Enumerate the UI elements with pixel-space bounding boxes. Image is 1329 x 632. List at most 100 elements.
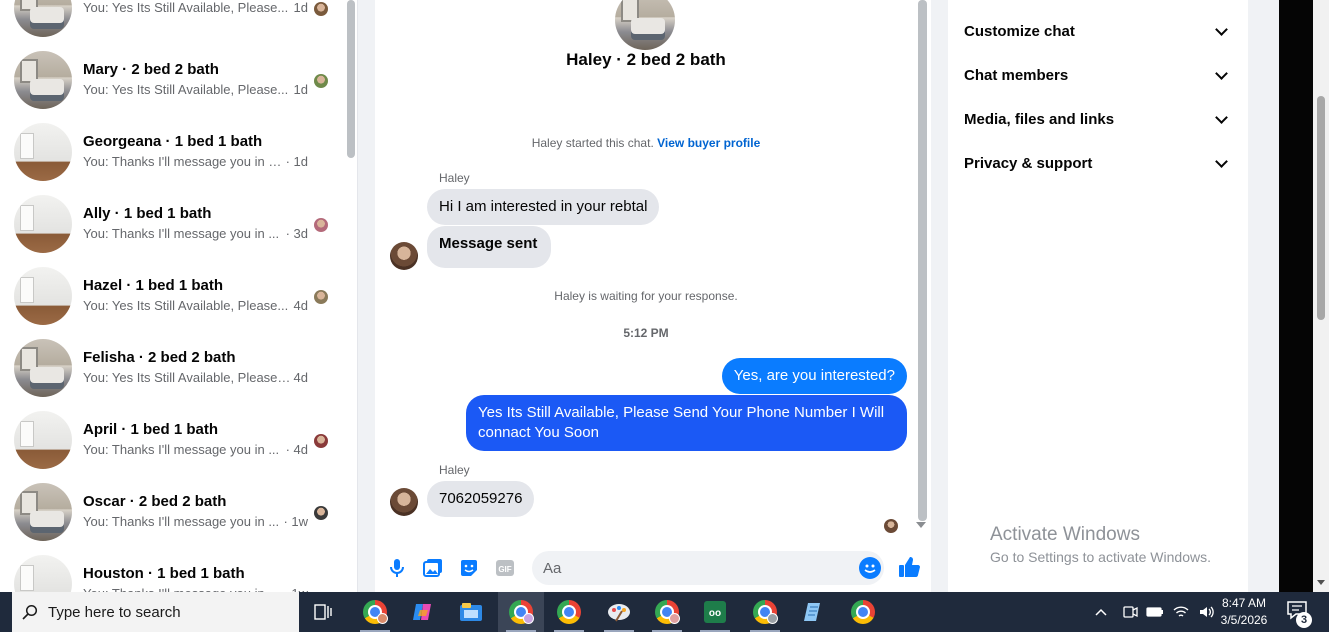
copilot-icon[interactable]: [400, 592, 446, 632]
svg-text:GIF: GIF: [498, 565, 511, 574]
chevron-up-icon[interactable]: [1094, 607, 1108, 617]
chat-started-text: Haley started this chat.: [531, 136, 654, 150]
chrome-profile-icon[interactable]: [644, 592, 690, 632]
chrome-profile-icon[interactable]: [352, 592, 398, 632]
waiting-notice: Haley is waiting for your response.: [554, 289, 738, 303]
conversation-name: Hazel · 1 bed 1 bath: [83, 277, 224, 294]
conversation-preview-line: You: Thanks I'll message you in ... · 4d: [83, 440, 308, 460]
conversation-preview: You: Thanks I'll message you in a m...: [83, 154, 284, 169]
sender-avatar[interactable]: [390, 488, 418, 516]
screen: You: Yes Its Still Available, Please... 1…: [0, 0, 1329, 632]
outgoing-message[interactable]: Yes Its Still Available, Please Send You…: [466, 395, 907, 451]
chrome-icon[interactable]: [546, 592, 592, 632]
conversation-thumbnail: [14, 195, 72, 253]
clock-date: 3/5/2026: [1220, 613, 1268, 627]
conversation-time: 1d: [293, 0, 308, 15]
battery-icon[interactable]: [1146, 605, 1164, 619]
chat-details-panel: Customize chat Chat members Media, files…: [948, 0, 1248, 592]
chat-scrollbar[interactable]: [918, 0, 927, 521]
conversation-thumbnail: [14, 339, 72, 397]
chat-header-avatar[interactable]: [615, 0, 675, 50]
chat-title[interactable]: Haley · 2 bed 2 bath: [375, 48, 917, 72]
sticker-icon[interactable]: [458, 557, 480, 579]
detail-row-label: Media, files and links: [964, 110, 1115, 128]
media-files-links-row[interactable]: Media, files and links: [964, 97, 1232, 141]
system-tray: [1094, 592, 1216, 632]
scroll-down-arrow-icon[interactable]: [916, 522, 926, 528]
green-app-icon[interactable]: oo: [692, 592, 738, 632]
conversation-item[interactable]: Hazel · 1 bed 1 bath You: Yes Its Still A…: [0, 260, 345, 332]
conversation-item[interactable]: Georgeana · 1 bed 1 bath You: Thanks I'll…: [0, 116, 345, 188]
conversation-text: Felisha · 2 bed 2 bath You: Yes Its Still…: [83, 348, 308, 388]
like-thumb-icon[interactable]: [898, 556, 920, 578]
conversation-text: Mary · 2 bed 2 bath You: Yes Its Still Av…: [83, 60, 308, 100]
conversation-item[interactable]: Ally · 1 bed 1 bath You: Thanks I'll mess…: [0, 188, 345, 260]
page-scrollbar-thumb[interactable]: [1317, 96, 1325, 320]
chrome-profile-icon[interactable]: [742, 592, 788, 632]
taskbar-search-box[interactable]: Type here to search: [12, 592, 299, 632]
file-explorer-icon[interactable]: [448, 592, 494, 632]
sender-avatar[interactable]: [390, 242, 418, 270]
conversation-text: Hazel · 1 bed 1 bath You: Yes Its Still A…: [83, 276, 308, 316]
outgoing-message[interactable]: Yes, are you interested?: [721, 358, 907, 394]
conversation-preview: You: Thanks I'll message you in ...: [83, 442, 280, 457]
chrome-profile-active-icon[interactable]: [498, 592, 544, 632]
conversation-preview: You: Yes Its Still Available, Please...: [83, 0, 289, 15]
buyer-avatar: [314, 434, 328, 448]
conversation-preview-line: You: Yes Its Still Available, Please Se.…: [83, 368, 308, 388]
message-input[interactable]: [532, 551, 884, 585]
sender-label: Haley: [439, 463, 470, 477]
meet-now-icon[interactable]: [1122, 604, 1138, 620]
conversation-preview: You: Yes Its Still Available, Please...: [83, 82, 289, 97]
conversation-text: Oscar · 2 bed 2 bath You: Thanks I'll mes…: [83, 492, 308, 532]
conversation-preview: You: Thanks I'll message you in a ...: [83, 584, 281, 592]
conversation-item[interactable]: Felisha · 2 bed 2 bath You: Yes Its Still…: [0, 332, 345, 404]
conversation-item[interactable]: Mary · 2 bed 2 bath You: Yes Its Still Av…: [0, 44, 345, 116]
wifi-icon[interactable]: [1172, 604, 1190, 620]
conversation-item[interactable]: April · 1 bed 1 bath You: Thanks I'll mes…: [0, 404, 345, 476]
conversation-list-scrollbar[interactable]: [347, 0, 355, 158]
conversation-item[interactable]: Oscar · 2 bed 2 bath You: Thanks I'll mes…: [0, 476, 345, 548]
view-buyer-profile-link[interactable]: View buyer profile: [657, 136, 760, 150]
conversation-time: 1d: [293, 82, 308, 97]
incoming-message[interactable]: 7062059276: [427, 481, 535, 517]
incoming-message[interactable]: Hi I am interested in your rebtal: [427, 189, 660, 225]
paint-icon[interactable]: [596, 592, 642, 632]
task-view-icon[interactable]: [300, 592, 346, 632]
photo-icon[interactable]: [422, 557, 444, 579]
notepad-icon[interactable]: [790, 592, 836, 632]
privacy-support-row[interactable]: Privacy & support: [964, 141, 1232, 185]
conversation-thumbnail: [14, 123, 72, 181]
message-timestamp: 5:12 PM: [623, 326, 669, 340]
watermark-title: Activate Windows: [990, 524, 1140, 545]
conversation-time: 4d: [293, 298, 308, 313]
conversation-text: April · 1 bed 1 bath You: Thanks I'll mes…: [83, 420, 308, 460]
watermark-subtitle: Go to Settings to activate Windows.: [990, 549, 1211, 565]
taskbar-clock[interactable]: 8:47 AM 3/5/2026: [1212, 595, 1276, 629]
microphone-icon[interactable]: [386, 557, 408, 579]
conversation-name: Ally · 1 bed 1 bath: [83, 205, 212, 222]
emoji-icon[interactable]: [859, 557, 881, 579]
incoming-message[interactable]: Message sent: [427, 226, 552, 268]
chat-members-row[interactable]: Chat members: [964, 53, 1232, 97]
buyer-avatar: [314, 74, 328, 88]
windows-taskbar: Type here to search oo 8:47 AM 3/5/2026 …: [0, 592, 1329, 632]
conversation-thumbnail: [14, 483, 72, 541]
conversation-name: Houston · 1 bed 1 bath: [83, 565, 245, 582]
buyer-avatar: [314, 290, 328, 304]
gif-icon[interactable]: GIF: [494, 557, 516, 579]
clock-time: 8:47 AM: [1221, 596, 1267, 610]
buyer-avatar: [314, 506, 328, 520]
scroll-down-arrow-icon[interactable]: [1317, 580, 1325, 585]
conversation-item[interactable]: You: Yes Its Still Available, Please... 1…: [0, 0, 345, 44]
conversation-preview: You: Yes Its Still Available, Please...: [83, 298, 289, 313]
conversation-preview: You: Thanks I'll message you in ...: [83, 226, 280, 241]
conversation-name: April · 1 bed 1 bath: [83, 421, 219, 438]
chrome-icon[interactable]: [840, 592, 886, 632]
sender-label: Haley: [439, 171, 470, 185]
notification-count-badge: 3: [1296, 612, 1312, 628]
conversation-preview-line: You: Thanks I'll message you in a m... · …: [83, 152, 308, 172]
conversation-thumbnail: [14, 555, 72, 592]
customize-chat-row[interactable]: Customize chat: [964, 9, 1232, 53]
conversation-item[interactable]: Houston · 1 bed 1 bath You: Thanks I'll m…: [0, 548, 345, 592]
